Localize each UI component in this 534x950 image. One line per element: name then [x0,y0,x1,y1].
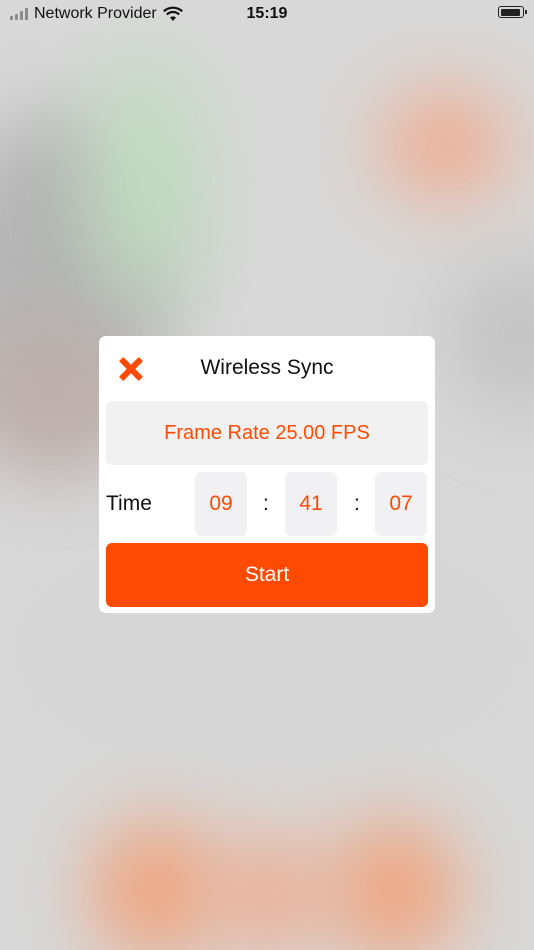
frame-rate-button[interactable]: Frame Rate 25.00 FPS [106,401,428,465]
time-separator: : [263,492,269,515]
dialog-title: Wireless Sync [200,356,334,379]
time-label: Time [106,492,152,515]
wireless-sync-dialog: Wireless Sync Frame Rate 25.00 FPS Time … [99,336,435,613]
seconds-field[interactable]: 07 [375,472,427,536]
hours-field[interactable]: 09 [195,472,247,536]
start-button[interactable]: Start [106,543,428,607]
status-bar: Network Provider 15:19 [0,0,534,28]
minutes-field[interactable]: 41 [285,472,337,536]
status-time: 15:19 [246,5,288,22]
battery-icon [498,6,527,18]
time-separator: : [354,492,360,515]
